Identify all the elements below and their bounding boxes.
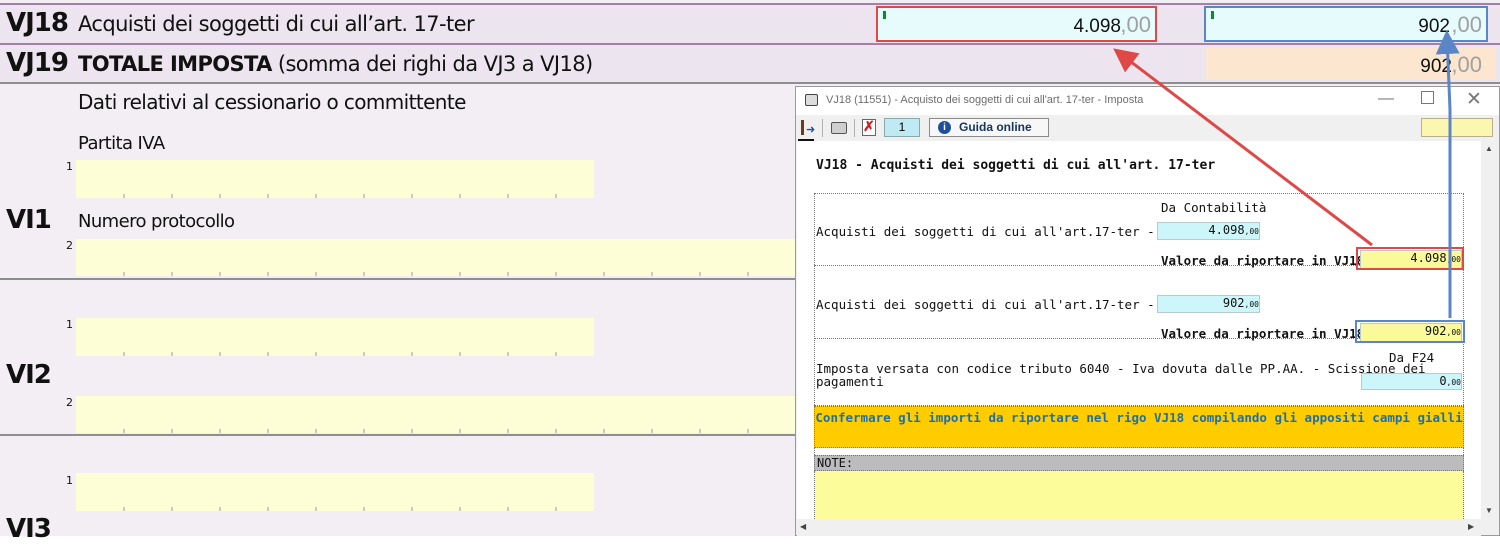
red-arrow [1113, 48, 1373, 247]
blue-arrow-head [1435, 30, 1460, 111]
annotation-arrows [1113, 30, 1460, 318]
